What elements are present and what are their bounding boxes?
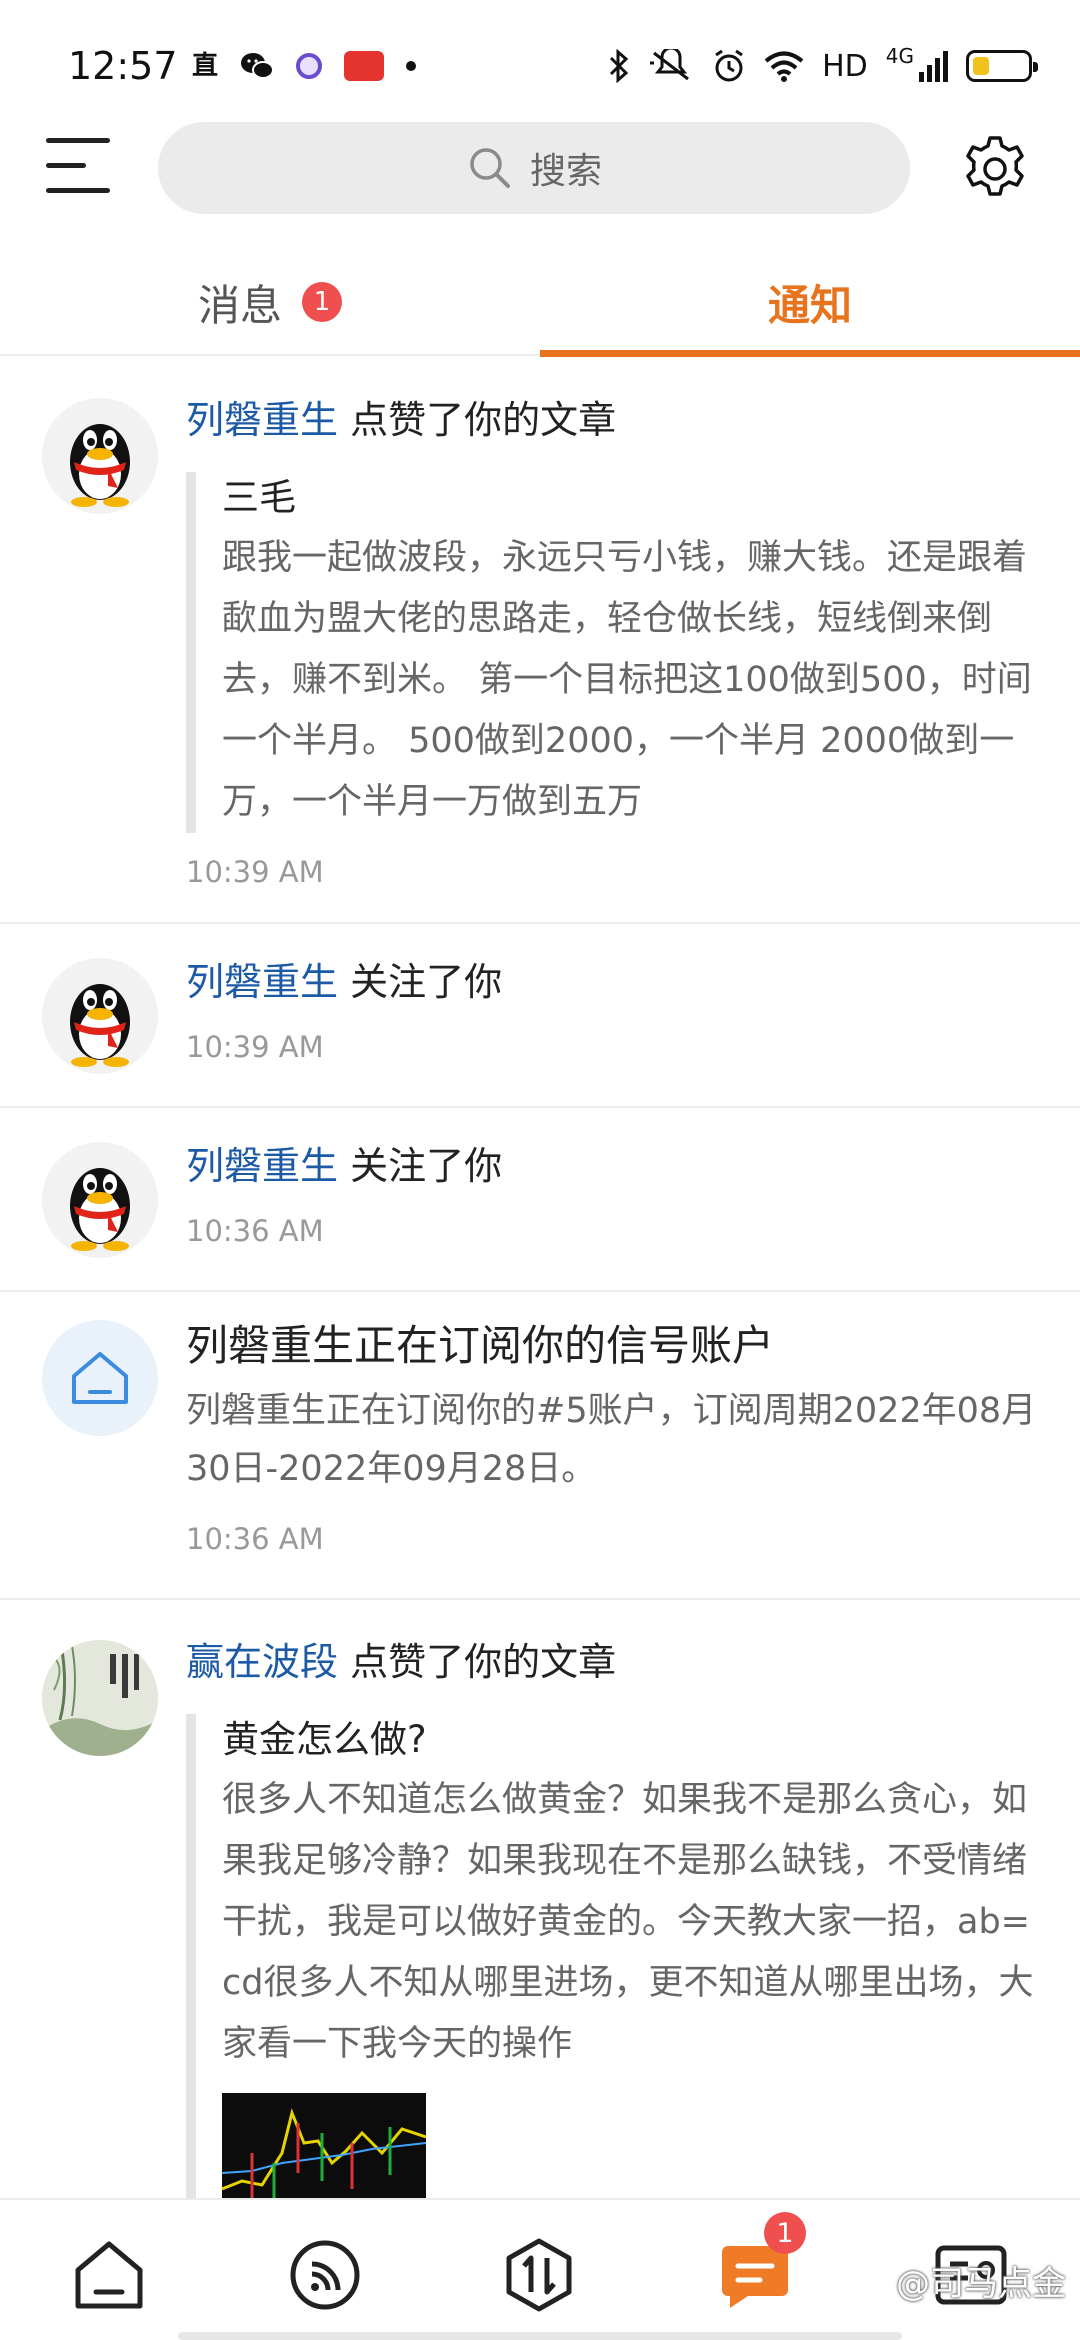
notification-list[interactable]: 列磐重生 点赞了你的文章 三毛 跟我一起做波段，永远只亏小钱，赚大钱。还是跟着歃… bbox=[0, 358, 1080, 2198]
list-item[interactable]: 赢在波段 点赞了你的文章 黄金怎么做? 很多人不知道怎么做黄金？如果我不是那么贪… bbox=[0, 1600, 1080, 2198]
active-tab-indicator bbox=[540, 350, 1080, 357]
user-avatar[interactable] bbox=[42, 398, 158, 514]
user-avatar[interactable] bbox=[42, 958, 158, 1074]
list-item[interactable]: 列磐重生正在订阅你的信号账户 列磐重生正在订阅你的#5账户，订阅周期2022年0… bbox=[0, 1292, 1080, 1600]
house-icon bbox=[72, 1352, 128, 1404]
list-item[interactable]: 列磐重生 点赞了你的文章 三毛 跟我一起做波段，永远只亏小钱，赚大钱。还是跟着歃… bbox=[0, 358, 1080, 924]
notification-body: 列磐重生正在订阅你的#5账户，订阅周期2022年08月30日-2022年09月2… bbox=[186, 1391, 1037, 1489]
user-avatar[interactable] bbox=[42, 1640, 158, 1756]
tab-messages[interactable]: 消息 1 bbox=[0, 250, 540, 354]
status-time: 12:57 bbox=[68, 44, 178, 88]
qq-penguin-avatar bbox=[70, 424, 130, 507]
timestamp: 10:39 AM bbox=[186, 1030, 324, 1064]
list-item[interactable]: 列磐重生 关注了你 10:39 AM bbox=[0, 924, 1080, 1108]
watermark: @司马点金 bbox=[896, 2264, 1066, 2304]
menu-icon[interactable] bbox=[46, 138, 110, 193]
user-avatar[interactable] bbox=[42, 1142, 158, 1258]
article-excerpt: 很多人不知道怎么做黄金？如果我不是那么贪心，如果我足够冷静？如果我现在不是那么缺… bbox=[222, 1780, 1034, 2064]
search-input[interactable]: 搜索 bbox=[158, 122, 910, 214]
article-excerpt: 跟我一起做波段，永远只亏小钱，赚大钱。还是跟着歃血为盟大佬的思路走，轻仓做长线，… bbox=[222, 538, 1032, 822]
unread-badge: 1 bbox=[302, 282, 342, 322]
tab-bar: 消息 1 通知 bbox=[0, 250, 1080, 357]
tab-messages-label: 消息 bbox=[197, 280, 282, 330]
bluetooth-icon bbox=[610, 49, 629, 83]
search-icon bbox=[470, 148, 510, 188]
qq-penguin-avatar bbox=[70, 1168, 130, 1251]
status-bar: 12:57 直 HD 4G bbox=[0, 0, 1080, 130]
notification-headline: 列磐重生 点赞了你的文章 bbox=[186, 394, 1040, 446]
notification-icons: 直 bbox=[192, 44, 417, 88]
gesture-bar bbox=[178, 2332, 902, 2340]
signal-icon bbox=[919, 51, 948, 82]
app-notification-icon bbox=[296, 53, 323, 79]
action-text: 点赞了你的文章 bbox=[338, 1640, 617, 1684]
battery-icon bbox=[966, 50, 1038, 82]
timestamp: 10:36 AM bbox=[186, 1214, 324, 1248]
mute-icon bbox=[650, 49, 690, 81]
notification-title: 列磐重生正在订阅你的信号账户 bbox=[186, 1321, 775, 1370]
user-name-link[interactable]: 赢在波段 bbox=[186, 1640, 338, 1684]
tab-notifications[interactable]: 通知 bbox=[540, 250, 1080, 354]
quoted-article[interactable]: 黄金怎么做? 很多人不知道怎么做黄金？如果我不是那么贪心，如果我足够冷静？如果我… bbox=[186, 1714, 1040, 2198]
notification-headline: 赢在波段 点赞了你的文章 bbox=[186, 1636, 1040, 1688]
qq-penguin-avatar bbox=[70, 984, 130, 1067]
painting-avatar bbox=[42, 1640, 158, 1756]
wechat-icon bbox=[241, 53, 275, 79]
action-text: 关注了你 bbox=[338, 1144, 503, 1188]
news-app-icon bbox=[344, 51, 385, 81]
quoted-article[interactable]: 三毛 跟我一起做波段，永远只亏小钱，赚大钱。还是跟着歃血为盟大佬的思路走，轻仓做… bbox=[186, 472, 1040, 833]
trade-icon[interactable] bbox=[500, 2236, 578, 2314]
wifi-icon bbox=[764, 51, 804, 82]
action-text: 关注了你 bbox=[338, 960, 503, 1004]
user-name-link[interactable]: 列磐重生 bbox=[186, 960, 338, 1004]
feed-icon[interactable] bbox=[286, 2236, 364, 2314]
article-title: 三毛 bbox=[222, 476, 296, 519]
chat-unread-badge: 1 bbox=[764, 2212, 806, 2254]
notification-headline: 列磐重生 关注了你 bbox=[186, 1140, 1040, 1192]
search-placeholder: 搜索 bbox=[529, 151, 602, 192]
system-avatar bbox=[42, 1320, 158, 1436]
article-thumbnail[interactable] bbox=[222, 2093, 426, 2198]
home-icon[interactable] bbox=[70, 2236, 148, 2314]
alarm-icon bbox=[715, 49, 743, 82]
action-text: 点赞了你的文章 bbox=[338, 398, 617, 442]
gear-icon[interactable] bbox=[962, 136, 1028, 202]
user-name-link[interactable]: 列磐重生 bbox=[186, 398, 338, 442]
system-icons: HD 4G bbox=[608, 44, 1038, 88]
tab-notifications-label: 通知 bbox=[767, 280, 852, 330]
notification-headline: 列磐重生 关注了你 bbox=[186, 956, 1040, 1008]
network-label: HD bbox=[822, 48, 868, 84]
candlestick-chart-thumbnail bbox=[222, 2093, 426, 2198]
live-app-icon: 直 bbox=[192, 51, 219, 81]
more-notifications-icon bbox=[406, 61, 417, 71]
menu-button[interactable] bbox=[46, 138, 110, 198]
timestamp: 10:39 AM bbox=[186, 855, 324, 889]
user-name-link[interactable]: 列磐重生 bbox=[186, 1144, 338, 1188]
bottom-navigation: 1 @司马点金 bbox=[0, 2198, 1080, 2340]
battery-level bbox=[973, 57, 989, 75]
article-title: 黄金怎么做? bbox=[222, 1718, 427, 1761]
list-item[interactable]: 列磐重生 关注了你 10:36 AM bbox=[0, 1108, 1080, 1292]
timestamp: 10:36 AM bbox=[186, 1522, 324, 1556]
signal-label: 4G bbox=[885, 44, 914, 68]
